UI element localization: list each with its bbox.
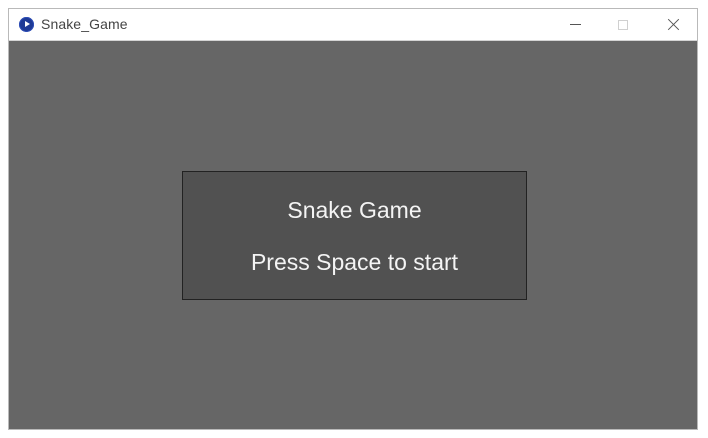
window-title: Snake_Game: [41, 16, 128, 32]
title-bar[interactable]: Snake_Game: [9, 9, 697, 41]
game-title: Snake Game: [287, 197, 422, 223]
maximize-icon: [618, 19, 628, 30]
minimize-button[interactable]: [551, 9, 599, 40]
maximize-button[interactable]: [599, 9, 647, 40]
game-canvas[interactable]: Snake Game Press Space to start: [9, 41, 697, 429]
close-icon: [667, 18, 680, 31]
start-dialog: Snake Game Press Space to start: [182, 171, 527, 300]
start-prompt: Press Space to start: [250, 249, 459, 275]
minimize-icon: [569, 24, 581, 25]
app-window: Snake_Game Snake Game Press Space to sta…: [8, 8, 698, 430]
app-play-icon: [19, 17, 34, 32]
close-button[interactable]: [649, 9, 697, 40]
